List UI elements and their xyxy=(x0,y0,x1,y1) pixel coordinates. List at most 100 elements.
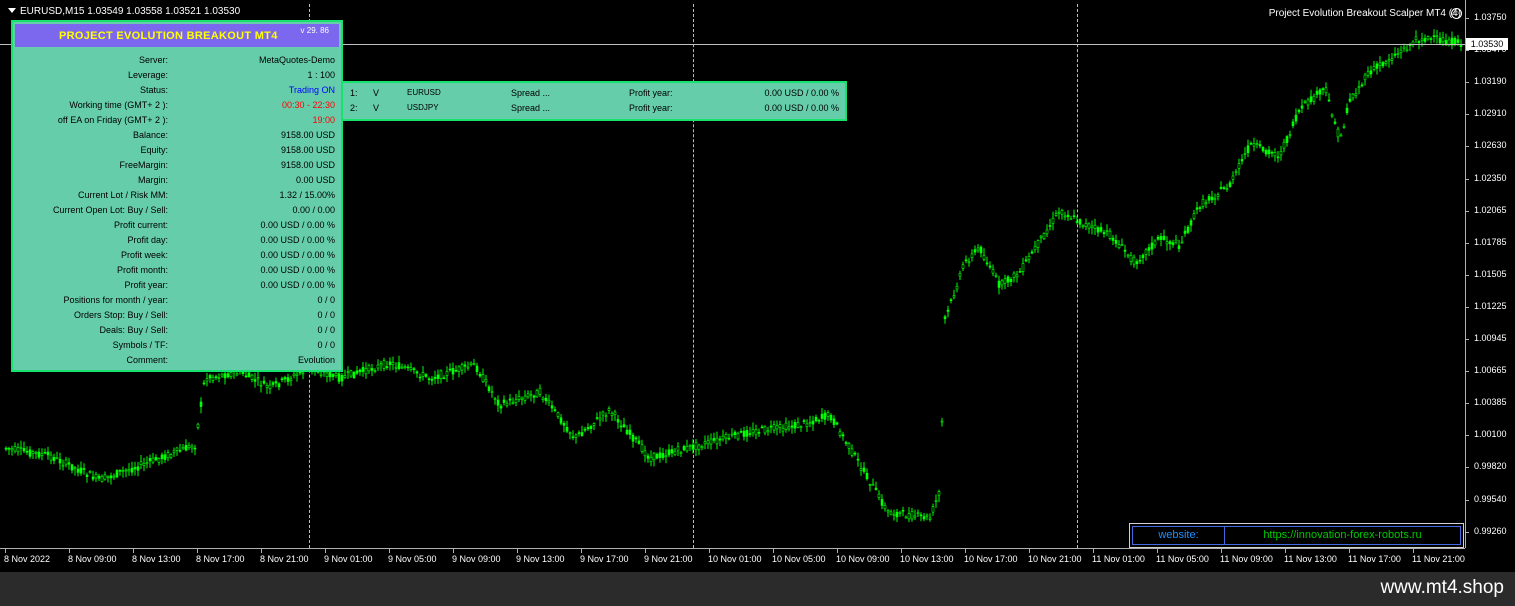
candle-body xyxy=(487,386,491,391)
symbol-quote: EURUSD,M15 1.03549 1.03558 1.03521 1.035… xyxy=(20,6,241,17)
candle-body xyxy=(1276,156,1280,159)
price-tick xyxy=(1465,114,1469,116)
symbol-spread: Spread ... xyxy=(511,103,551,113)
candle-body xyxy=(934,500,938,502)
price-label: 1.00385 xyxy=(1474,397,1507,408)
candle-body xyxy=(856,458,860,461)
candle-body xyxy=(1174,239,1178,243)
time-tick xyxy=(389,549,390,553)
panel-header: PROJECT EVOLUTION BREAKOUT MT4 v 29. 86 xyxy=(15,24,339,47)
price-label: 1.02065 xyxy=(1474,204,1507,215)
candle-body xyxy=(943,316,947,320)
candle-body xyxy=(1204,202,1208,205)
symbol-profit-value: 0.00 USD / 0.00 % xyxy=(764,88,839,98)
candle-body xyxy=(319,373,323,376)
candle-body xyxy=(163,454,167,460)
candle-body xyxy=(805,423,809,427)
candle-body xyxy=(1396,53,1400,55)
candle-body xyxy=(1144,249,1148,255)
candle-body xyxy=(424,374,428,377)
time-label: 8 Nov 13:00 xyxy=(132,554,181,564)
candle-body xyxy=(700,446,704,449)
info-row-value: 0.00 / 0.00 xyxy=(292,205,335,215)
price-label: 1.00100 xyxy=(1474,429,1507,440)
candle-body xyxy=(793,422,797,429)
candle-body xyxy=(106,476,110,478)
symbol-flag: V xyxy=(373,88,380,98)
time-tick xyxy=(1157,549,1158,553)
time-label: 11 Nov 17:00 xyxy=(1348,554,1401,564)
candle-body xyxy=(772,424,776,431)
candle-body xyxy=(850,448,854,456)
candle-body xyxy=(1351,93,1355,99)
candle-body xyxy=(130,467,134,473)
candle-body xyxy=(505,402,509,406)
candle-body xyxy=(874,487,878,490)
price-tick xyxy=(1465,339,1469,340)
candle-body xyxy=(1399,49,1403,54)
time-label: 11 Nov 09:00 xyxy=(1220,554,1273,564)
candle-body xyxy=(409,367,413,370)
candle-body xyxy=(640,444,644,452)
candle-body xyxy=(1099,227,1103,232)
candle-body xyxy=(295,373,299,376)
price-label: 1.02630 xyxy=(1474,140,1507,151)
candle-body xyxy=(256,377,260,380)
info-row-label: Equity: xyxy=(140,145,168,155)
candle-body xyxy=(526,393,530,398)
info-row-value: 00:30 - 22:30 xyxy=(281,100,335,110)
candle-body xyxy=(1309,96,1313,103)
candle-body xyxy=(283,377,287,380)
candle-body xyxy=(1129,255,1133,262)
candle-body xyxy=(217,377,221,379)
candle-body xyxy=(988,265,992,268)
footer-watermark: www.mt4.shop xyxy=(1380,577,1504,598)
price-tick xyxy=(1465,242,1469,244)
candle-body xyxy=(550,405,554,409)
candle-body xyxy=(1300,105,1304,109)
candle-body xyxy=(1429,38,1433,40)
price-label: 0.99260 xyxy=(1474,525,1507,536)
candle-body xyxy=(889,511,893,515)
candle-body xyxy=(220,373,224,377)
candle-body xyxy=(586,427,590,430)
candle-body xyxy=(655,453,659,459)
candle-body xyxy=(100,476,104,482)
candle-body xyxy=(1159,236,1163,240)
candle-body xyxy=(199,401,203,407)
candle-body xyxy=(937,491,941,496)
candle-body xyxy=(1456,39,1460,43)
time-tick xyxy=(837,549,838,553)
time-axis[interactable]: 8 Nov 2022 8 Nov 09:00 8 Nov 13:00 8 Nov 17… xyxy=(0,548,1465,572)
candle-body xyxy=(181,446,185,450)
price-tick xyxy=(1465,467,1469,469)
candle-body xyxy=(439,370,443,379)
candle-body xyxy=(1240,159,1244,162)
candle-body xyxy=(724,433,728,439)
candle-body xyxy=(1237,163,1241,169)
candle-body xyxy=(559,417,563,424)
candle-body xyxy=(1198,207,1202,209)
candle-body xyxy=(1015,274,1019,278)
candle-body xyxy=(1279,151,1283,156)
candle-body xyxy=(877,493,881,498)
chart-area[interactable]: EURUSD,M15 1.03549 1.03558 1.03521 1.035… xyxy=(0,0,1515,572)
candle-body xyxy=(748,433,752,435)
candle-body xyxy=(55,456,59,459)
candle-body xyxy=(1024,259,1028,262)
time-label: 11 Nov 05:00 xyxy=(1156,554,1209,564)
candle-body xyxy=(1291,121,1295,127)
price-axis[interactable]: 1.037501.034701.031901.029101.026301.023… xyxy=(1465,0,1515,548)
smiley-icon[interactable]: ☺ xyxy=(1451,8,1462,19)
candle-body xyxy=(1366,71,1370,76)
candle-body xyxy=(1108,230,1112,239)
candle-body xyxy=(745,430,749,437)
candle-body xyxy=(682,446,686,451)
candle-body xyxy=(193,447,197,450)
candle-body xyxy=(571,436,575,439)
candle-body xyxy=(382,360,386,369)
website-label: website: xyxy=(1133,527,1225,544)
website-link[interactable]: https://innovation-forex-robots.ru xyxy=(1225,527,1460,544)
candle-body xyxy=(250,374,254,380)
candle-body xyxy=(40,453,44,456)
